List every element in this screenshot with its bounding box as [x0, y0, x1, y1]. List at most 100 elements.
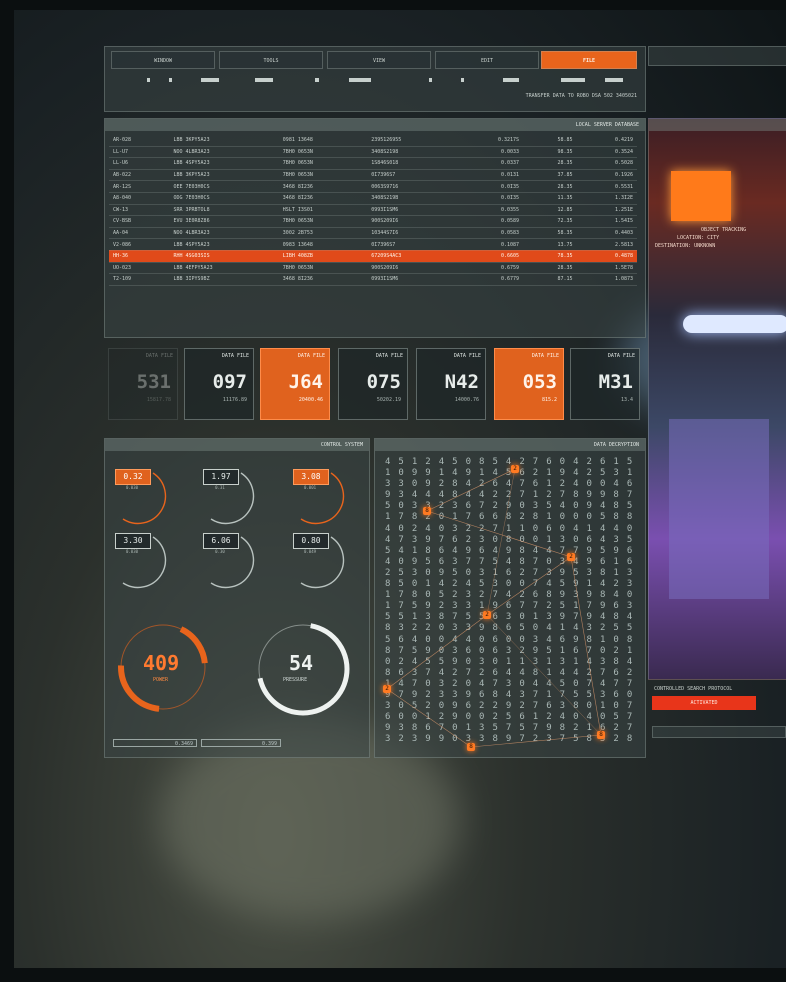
table-cell: T2-109: [109, 273, 170, 286]
table-cell: CW-13: [109, 204, 170, 217]
tracking-line: LOCATION: CITY: [677, 235, 720, 241]
table-cell: AA-04: [109, 227, 170, 240]
data-file-label: DATA FILE: [375, 353, 403, 359]
table-cell: 87.15: [523, 273, 577, 286]
table-row[interactable]: V2-086 LBB 4SPY5A23 0983 13648 0I7396S7 0.10…: [109, 238, 637, 251]
table-row[interactable]: AA-04 NOO 4LBR3A23 3002 2B753 10344S7I6 0.05…: [109, 227, 637, 240]
gauge-value: 6.06: [203, 533, 239, 549]
table-cell: 7BH0 0653N: [278, 262, 368, 275]
table-cell: 1.54I5: [576, 215, 637, 228]
table-cell: 3408S2198: [367, 146, 456, 159]
transfer-status: TRANSFER DATA TO ROBO DSA 502 3405021: [525, 93, 637, 99]
progress-tick: [169, 78, 172, 82]
decryption-panel: DATA DECRYPTION 4 5 1 2 4 5 0 8 5 4 2 7 …: [374, 438, 646, 758]
data-file-card[interactable]: DATA FILE 097 11176.89: [184, 348, 254, 420]
table-row[interactable]: CV-BSB EVU 3E0R8Z86 7BH0 0653N 900S209I6 0.0…: [109, 215, 637, 228]
table-row[interactable]: LL-U7 NOO 4LBR3A23 7BH0 0653N 3408S2198 0.00…: [109, 146, 637, 159]
control-panel: CONTROL SYSTEM 3.08 0.001 1.97 0.31 0.32 0.03…: [104, 438, 370, 758]
control-title: CONTROL SYSTEM: [105, 439, 369, 451]
table-cell: 7BH0 0653N: [278, 169, 368, 182]
data-file-value: 50202.19: [376, 397, 401, 403]
table-cell: 0993I1SM6: [367, 273, 456, 286]
table-cell: OEE 7E03H0CS: [169, 180, 279, 193]
menu-view[interactable]: VIEW: [327, 51, 431, 69]
gauge-value: 1.97: [203, 469, 239, 485]
table-cell: 0.0589: [455, 215, 524, 228]
data-file-label: DATA FILE: [607, 353, 635, 359]
table-cell: 0I7396S7: [367, 169, 456, 182]
database-title: LOCAL SERVER DATABASE: [105, 119, 645, 131]
progress-tick: [201, 78, 219, 82]
gauge-value: 3.08: [293, 469, 329, 485]
table-cell: AR-028: [109, 135, 170, 147]
activate-button[interactable]: ACTIVATED: [652, 696, 756, 710]
control-footer-right: 0.3469: [113, 739, 197, 747]
tracking-line: DESTINATION: UNKNOWN: [655, 243, 716, 249]
table-row[interactable]: LL-U6 LBB 4SPY5A23 7BH0 0653N 1S846S018 0.03…: [109, 157, 637, 170]
table-cell: 0.5531: [576, 180, 637, 193]
table-cell: EVU 3E0R8Z86: [169, 215, 279, 228]
table-row[interactable]: A8-040 ODG 7E03H0CS 3468 8I236 3408S219B 0.0…: [109, 192, 637, 205]
table-cell: 0.0I35: [455, 180, 524, 193]
menu-tools[interactable]: TOOLS: [219, 51, 323, 69]
menu-file[interactable]: FILE: [541, 51, 637, 69]
gauge-sub: 0.001: [303, 485, 317, 490]
database-table: AR-028 LBB 3KPY5A23 0981 13648 2395126955 0.…: [109, 135, 637, 286]
small-gauge: 3.08 0.001: [291, 467, 355, 531]
table-cell: 0.1087: [455, 238, 524, 251]
table-cell: 0.0337: [455, 157, 524, 170]
table-cell: 0.0355: [455, 204, 524, 217]
data-file-value: 15817.78: [146, 397, 171, 403]
frame-edge: [0, 0, 786, 10]
table-cell: 58.35: [523, 227, 577, 240]
table-cell: UO-023: [109, 262, 170, 275]
table-cell: CV-BSB: [109, 215, 170, 228]
small-gauge: 0.80 0.049: [291, 531, 355, 595]
table-cell: 7BH0 0653N: [278, 146, 368, 159]
table-row[interactable]: AB-022 LBB 3KPY5A23 7BH0 0653N 0I7396S7 0.01…: [109, 169, 637, 182]
object-tracking-panel: OBJECT TRACKING LOCATION: CITY DESTINATI…: [648, 46, 786, 758]
progress-tick: [605, 78, 623, 82]
data-file-card[interactable]: DATA FILE M31 13.4: [570, 348, 640, 420]
table-cell: 3408S219B: [367, 192, 456, 205]
table-cell: 0983 13648: [278, 238, 368, 251]
decryption-links: [386, 468, 602, 748]
table-cell: 0.0583: [455, 227, 524, 240]
table-cell: 0.6779: [455, 273, 524, 286]
table-row[interactable]: UO-023 LBB 4EFPY5A23 7BH0 0653N 900S209I6 0.…: [109, 262, 637, 275]
data-file-label: DATA FILE: [453, 353, 481, 359]
table-cell: 12.85: [523, 204, 577, 217]
table-cell: AB-022: [109, 169, 170, 182]
table-cell: HSLT I3S01: [278, 204, 368, 217]
table-cell: 1.251E: [576, 204, 637, 217]
decryption-node: 2: [567, 553, 575, 561]
viewport-title: [649, 119, 786, 131]
right-viewport: OBJECT TRACKING LOCATION: CITY DESTINATI…: [648, 118, 786, 680]
small-gauge: 6.06 0.30: [201, 531, 265, 595]
table-cell: 3002 2B753: [278, 227, 368, 240]
table-cell: 58.85: [523, 135, 577, 147]
gauge-value: 0.32: [115, 469, 151, 485]
table-row[interactable]: T2-109 LBB 3IPYS9BZ 3468 8I236 0993I1SM6 0.6…: [109, 273, 637, 286]
data-file-card[interactable]: DATA FILE J64 20400.46: [260, 348, 330, 420]
progress-tick: [429, 78, 432, 82]
gauge-sub: 0.030: [125, 485, 139, 490]
table-row[interactable]: AR-028 LBB 3KPY5A23 0981 13648 2395126955 0.…: [109, 135, 637, 147]
data-file-card[interactable]: DATA FILE N42 14000.76: [416, 348, 486, 420]
menu-edit[interactable]: EDIT: [435, 51, 539, 69]
data-file-code: 531: [136, 371, 171, 393]
data-file-card[interactable]: DATA FILE 053 815.2: [494, 348, 564, 420]
menu-window[interactable]: WINDOW: [111, 51, 215, 69]
table-row[interactable]: HH-36 RHH 4SG03SIS LIBH 408ZB 67209S4AC3 0.6…: [109, 250, 637, 263]
data-file-card[interactable]: DATA FILE 531 15817.78: [108, 348, 178, 420]
data-file-card[interactable]: DATA FILE 075 50202.19: [338, 348, 408, 420]
table-cell: A8-040: [109, 192, 170, 205]
table-cell: 0I7396S7: [367, 238, 456, 251]
table-cell: LBB 3KPY5A23: [169, 135, 279, 147]
data-file-value: 11176.89: [222, 397, 247, 403]
data-file-value: 815.2: [541, 397, 557, 403]
table-row[interactable]: CW-13 SRR 3PRBTOL8 HSLT I3S01 0993I1SM6 0.03…: [109, 204, 637, 217]
table-row[interactable]: AR-12S OEE 7E03H0CS 3468 8I236 0063S9716 0.0…: [109, 180, 637, 193]
table-cell: 28.35: [523, 180, 577, 193]
table-cell: 7BH0 0653N: [278, 215, 368, 228]
